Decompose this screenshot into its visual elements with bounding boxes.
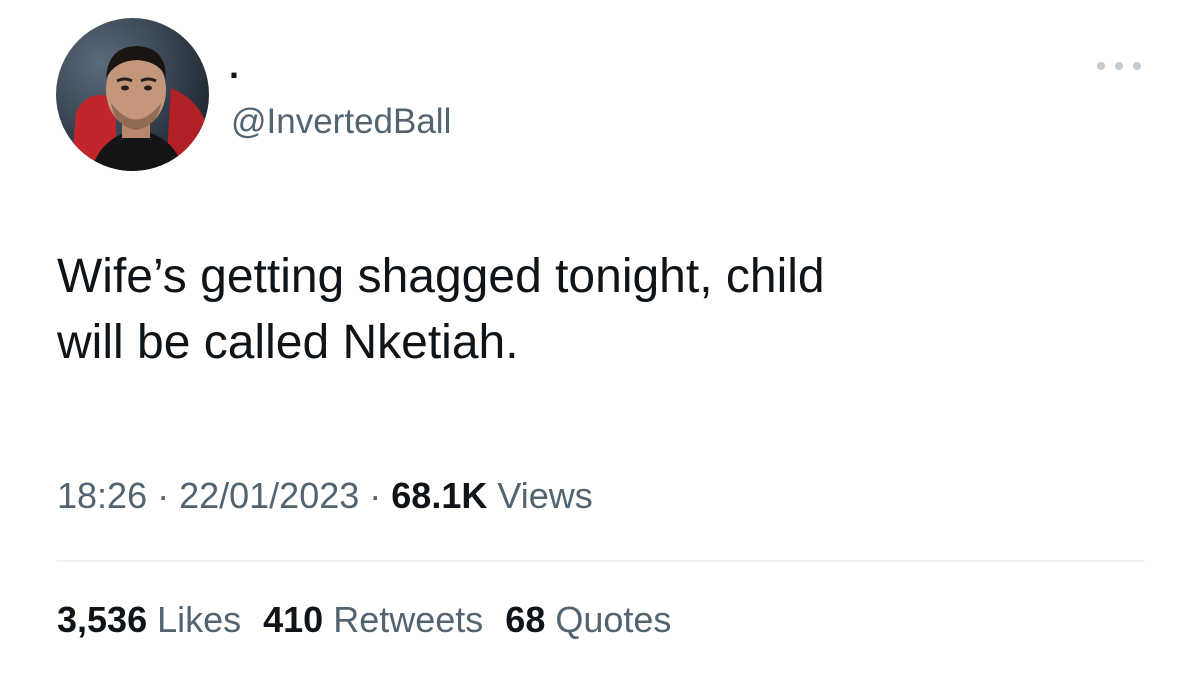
avatar[interactable] [56,18,209,171]
timestamp-time[interactable]: 18:26 [57,475,147,516]
likes-label: Likes [147,599,242,640]
likes-stat[interactable]: 3,536 Likes [57,598,241,642]
ellipsis-icon[interactable] [1097,56,1141,76]
timestamp-date[interactable]: 22/01/2023 [179,475,359,516]
avatar-image [56,18,209,171]
meta-separator: · [147,475,180,516]
engagement-stats: 3,536 Likes 410 Retweets 68 Quotes [57,598,671,642]
views-count: 68.1K [391,475,488,516]
tweet-meta: 18:26 · 22/01/2023 · 68.1K Views [57,474,593,518]
divider [57,560,1145,562]
ellipsis-dot [1133,62,1141,70]
display-name[interactable]: . [229,46,239,86]
quotes-count: 68 [505,599,546,640]
tweet-text: Wife’s getting shagged tonight, child wi… [57,250,825,369]
views-label: Views [487,475,593,516]
ellipsis-dot [1115,62,1123,70]
likes-count: 3,536 [57,599,148,640]
user-handle[interactable]: @InvertedBall [231,102,451,142]
ellipsis-dot [1097,62,1105,70]
retweets-label: Retweets [323,599,484,640]
tweet-card: . @InvertedBall Wife’s getting shagged t… [0,0,1200,678]
retweets-stat[interactable]: 410 Retweets [263,598,483,642]
quotes-label: Quotes [545,599,672,640]
retweets-count: 410 [263,599,324,640]
meta-separator: · [359,475,392,516]
quotes-stat[interactable]: 68 Quotes [505,598,671,642]
